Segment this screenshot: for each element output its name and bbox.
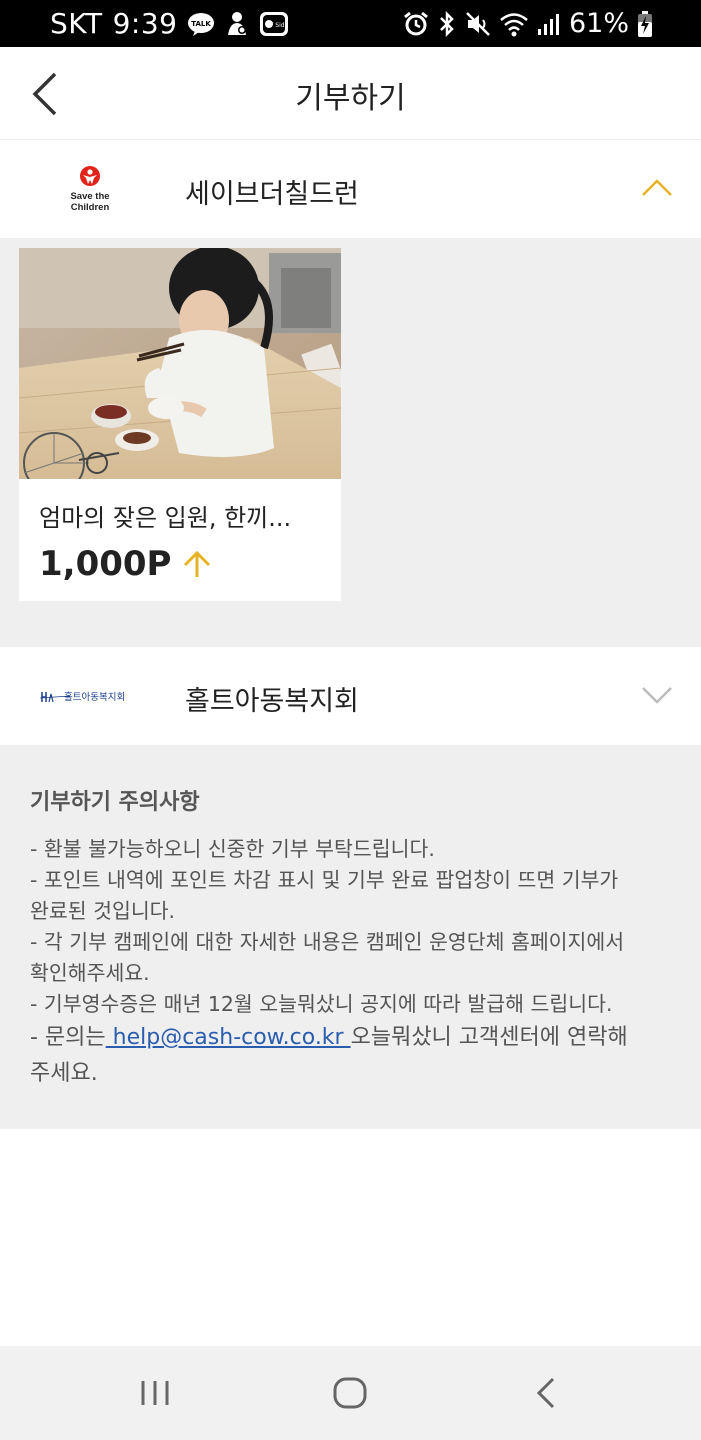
notice-line: - 포인트 내역에 포인트 차감 표시 및 기부 완료 팝업창이 뜨면 기부가: [30, 868, 619, 892]
notice-line: - 각 기부 캠페인에 대한 자세한 내용은 캠페인 운영단체 홈페이지에서: [30, 930, 625, 954]
app-header: 기부하기: [0, 47, 701, 140]
campaign-title: 엄마의 잦은 입원, 한끼...: [39, 504, 292, 532]
org-row-holt[interactable]: 홀트아동복지회 홀트아동복지회: [0, 647, 701, 745]
notice-content: 기부하기 주의사항 - 환불 불가능하오니 신중한 기부 부탁드립니다. - 포…: [30, 784, 680, 1092]
org-row-save-the-children[interactable]: Save the Children 세이브더칠드런: [0, 140, 701, 238]
campaign-card[interactable]: 엄마의 잦은 입원, 한끼... 1,000P: [19, 248, 341, 601]
home-icon: [333, 1377, 367, 1409]
support-email-link[interactable]: help@cash-cow.co.kr: [106, 1025, 351, 1050]
notice-contact-line: - 문의는 help@cash-cow.co.kr 오늘뭐샀니 고객센터에 연락…: [30, 1020, 680, 1056]
signal-icon: [537, 11, 561, 37]
arrow-up-icon: [184, 550, 211, 577]
notice-title: 기부하기 주의사항: [30, 790, 200, 815]
contact-suffix: 오늘뭐샀니 고객센터에 연락해: [350, 1025, 628, 1050]
recent-apps-icon: [141, 1381, 169, 1405]
svg-text:홀트아동복지회: 홀트아동복지회: [64, 691, 125, 703]
wifi-icon: [499, 11, 529, 37]
home-button[interactable]: [320, 1368, 380, 1418]
chevron-up-icon: [642, 179, 672, 196]
points-value: 1,000P: [39, 544, 172, 584]
kakaotalk-icon: TALK: [187, 12, 215, 36]
notice-line: 확인해주세요.: [30, 961, 150, 985]
clock: 9:39: [112, 7, 178, 40]
notice-line: 완료된 것입니다.: [30, 899, 176, 923]
nav-back-button[interactable]: [516, 1368, 576, 1418]
back-arrow-icon: [536, 1377, 555, 1409]
bluetooth-icon: [437, 10, 457, 38]
campaign-photo: [19, 248, 341, 479]
notice-line: - 환불 불가능하오니 신중한 기부 부탁드립니다.: [30, 837, 435, 861]
svg-text:T Side: T Side: [269, 22, 289, 29]
alarm-icon: [403, 11, 429, 37]
battery-percent: 61%: [568, 8, 629, 39]
expand-toggle[interactable]: [641, 677, 673, 713]
notice-line: - 기부영수증은 매년 12월 오늘뭐샀니 공지에 따라 발급해 드립니다.: [30, 992, 613, 1016]
notice-line: 주세요.: [30, 1061, 98, 1086]
org-name: 세이브더칠드런: [185, 179, 359, 210]
tside-icon: T Side: [259, 11, 289, 37]
campaign-points: 1,000P: [39, 544, 213, 584]
recent-apps-button[interactable]: [125, 1368, 185, 1418]
contact-prefix: - 문의는: [30, 1025, 106, 1050]
mute-icon: [465, 11, 491, 37]
battery-charging-icon: [637, 10, 653, 38]
page-title: 기부하기: [295, 81, 406, 116]
collapse-toggle[interactable]: [641, 170, 673, 206]
org-name: 홀트아동복지회: [185, 686, 359, 717]
svg-text:Children: Children: [71, 202, 110, 213]
system-nav-bar: [0, 1346, 701, 1440]
svg-text:Save the: Save the: [70, 191, 109, 202]
svg-text:TALK: TALK: [192, 20, 212, 28]
person-notification-icon: [225, 11, 249, 37]
chevron-down-icon: [642, 687, 672, 704]
holt-logo: 홀트아동복지회: [30, 667, 150, 725]
save-the-children-logo: Save the Children: [30, 160, 150, 218]
status-bar: SKT 9:39 TALK T Side 61%: [0, 0, 701, 47]
carrier-label: SKT: [50, 7, 103, 40]
